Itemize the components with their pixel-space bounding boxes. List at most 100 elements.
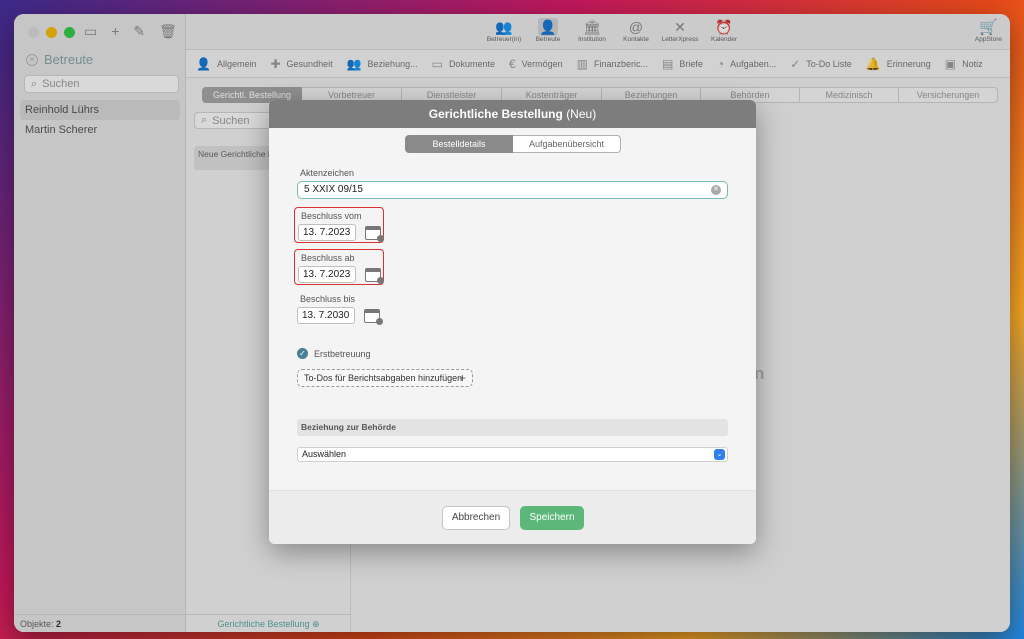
sidebar-toggle-icon[interactable]: ▭ (84, 23, 97, 40)
toolbar-label: Institution (578, 36, 606, 43)
add-bestellung-label: Gerichtliche Bestellung (217, 619, 310, 629)
appstore-button[interactable]: 🛒 AppStore (975, 18, 1002, 43)
toolbar-kontakte-button[interactable]: @ Kontakte (618, 18, 654, 43)
tab-medizinisch[interactable]: Medizinisch (800, 87, 899, 103)
sidebar-tools: ▭ + ✎ 🗑 (84, 23, 177, 40)
zoom-window-button[interactable] (64, 27, 75, 38)
beschluss-vom-label: Beschluss vom (301, 211, 362, 221)
dialog-footer: Abbrechen Speichern (269, 490, 756, 544)
trash-icon[interactable]: 🗑 (159, 23, 177, 40)
calendar-icon[interactable] (364, 309, 383, 325)
toolbar-letterxpress-button[interactable]: ✕ LetterXpress (661, 18, 699, 44)
note-icon: ▣ (944, 56, 957, 71)
tab-bestelldetails[interactable]: Bestelldetails (405, 135, 513, 153)
toolbar-label: Betreute (535, 36, 561, 43)
erstbetreuung-checkbox[interactable]: ✓ Erstbetreuung (297, 348, 371, 359)
cancel-button[interactable]: Abbrechen (442, 506, 510, 530)
category-label: Briefe (679, 58, 703, 69)
category-bar: 👤 Allgemein ✚ Gesundheit 👥 Beziehung... ▭ Do… (186, 50, 1010, 78)
clear-icon[interactable]: ✕ (711, 185, 721, 195)
category-aufgaben[interactable]: ◔ Aufgaben... (717, 57, 776, 71)
add-todos-button[interactable]: To-Dos für Berichtsabgaben hinzufügen + (297, 369, 473, 387)
add-icon[interactable]: + (111, 23, 119, 40)
letter-icon: ✕ (674, 18, 686, 35)
document-icon: ▤ (662, 56, 674, 71)
category-beziehungen[interactable]: 👥 Beziehung... (347, 57, 418, 71)
client-list: Reinhold Lührs Martin Scherer (20, 100, 180, 140)
category-dokumente[interactable]: ▭ Dokumente (432, 57, 495, 71)
list-item[interactable]: Reinhold Lührs (20, 100, 180, 120)
category-gesundheit[interactable]: ✚ Gesundheit (270, 57, 332, 71)
category-label: Allgemein (216, 58, 257, 69)
behoerde-select[interactable]: Auswählen ⌄ (297, 447, 728, 462)
medical-icon: ✚ (270, 56, 281, 71)
category-label: Dokumente (448, 58, 495, 69)
beschluss-bis-field[interactable]: 13. 7.2030 (297, 307, 355, 324)
close-window-button[interactable] (28, 27, 39, 38)
add-circle-icon: ⊕ (312, 619, 320, 629)
category-notiz[interactable]: ▣ Notiz (945, 57, 983, 71)
people-icon: 👥 (495, 18, 513, 35)
category-label: Finanzberic... (594, 58, 649, 69)
category-briefe[interactable]: ▤ Briefe (662, 57, 703, 71)
search-icon: ⌕ (201, 114, 208, 126)
alarm-icon: ⏰ (715, 18, 733, 35)
chart-icon: ▥ (576, 56, 589, 71)
sidebar-title: ✕ Betreute (26, 52, 93, 67)
plus-icon: + (458, 371, 466, 385)
check-circle-icon: ✓ (790, 56, 801, 71)
category-todo[interactable]: ✓ To-Do Liste (790, 57, 852, 71)
bestellung-dialog: Gerichtliche Bestellung (Neu) Bestelldet… (269, 100, 756, 544)
category-label: Beziehung... (367, 58, 418, 69)
checkmark-icon: ✓ (297, 348, 308, 359)
add-bestellung-button[interactable]: Gerichtliche Bestellung ⊕ (186, 614, 351, 632)
euro-icon: € (508, 56, 516, 71)
toolbar-betreute-button[interactable]: 👤 Betreute (530, 18, 566, 43)
category-label: Gesundheit (286, 58, 333, 69)
building-icon: 🏛 (583, 18, 601, 35)
dialog-title: Gerichtliche Bestellung (428, 107, 563, 121)
beschluss-vom-field[interactable]: 13. 7.2023 (298, 224, 356, 241)
beschluss-ab-field[interactable]: 13. 7.2023 (298, 266, 356, 283)
bell-icon: 🔔 (865, 56, 881, 71)
window-controls (28, 27, 75, 38)
toolbar-label: LetterXpress (661, 36, 699, 43)
add-todos-label: To-Dos für Berichtsabgaben hinzufügen (304, 373, 463, 383)
category-finanzbericht[interactable]: ▥ Finanzberic... (577, 57, 648, 71)
aktenzeichen-input[interactable]: 5 XXIX 09/15 ✕ (297, 181, 728, 199)
aktenzeichen-value: 5 XXIX 09/15 (304, 184, 363, 195)
dialog-title-suffix: (Neu) (566, 107, 597, 121)
folder-icon: ▭ (431, 56, 443, 71)
category-label: Vermögen (521, 58, 563, 69)
category-label: Erinnerung (886, 58, 931, 69)
person-icon: 👤 (538, 18, 558, 36)
category-vermoegen[interactable]: € Vermögen (509, 57, 563, 71)
category-label: To-Do Liste (806, 58, 852, 69)
tasks-icon: ◔ (716, 56, 725, 71)
list-item[interactable]: Martin Scherer (20, 120, 180, 140)
minimize-window-button[interactable] (46, 27, 57, 38)
sidebar-search-placeholder: Suchen (42, 78, 80, 90)
edit-icon[interactable]: ✎ (133, 23, 145, 40)
tab-aufgabenuebersicht[interactable]: Aufgabenübersicht (513, 135, 621, 153)
sidebar-search-input[interactable]: ⌕ Suchen (24, 75, 179, 93)
calendar-icon[interactable] (365, 268, 384, 284)
toolbar-kalender-button[interactable]: ⏰ Kalender (706, 18, 742, 44)
toolbar-label: Kontakte (623, 36, 649, 43)
erstbetreuung-label: Erstbetreuung (314, 348, 371, 359)
category-label: Aufgaben... (730, 58, 777, 69)
category-allgemein[interactable]: 👤 Allgemein (196, 57, 256, 71)
calendar-icon[interactable] (365, 226, 384, 242)
tab-versicherungen[interactable]: Versicherungen (899, 87, 998, 103)
save-button[interactable]: Speichern (520, 506, 584, 530)
person-outline-icon: 👤 (196, 56, 211, 71)
close-circle-icon[interactable]: ✕ (26, 53, 38, 66)
relations-icon: 👥 (346, 56, 362, 71)
sidebar-title-label: Betreute (44, 52, 94, 67)
beschluss-bis-label: Beschluss bis (300, 294, 356, 304)
beschluss-bis-group: Beschluss bis 13. 7.2030 (294, 291, 384, 327)
object-count-label: Objekte: (20, 619, 54, 629)
toolbar-betreuer-button[interactable]: 👥 Betreuer(in) (486, 18, 522, 44)
category-erinnerung[interactable]: 🔔 Erinnerung (866, 57, 931, 71)
toolbar-institution-button[interactable]: 🏛 Institution (574, 18, 610, 44)
